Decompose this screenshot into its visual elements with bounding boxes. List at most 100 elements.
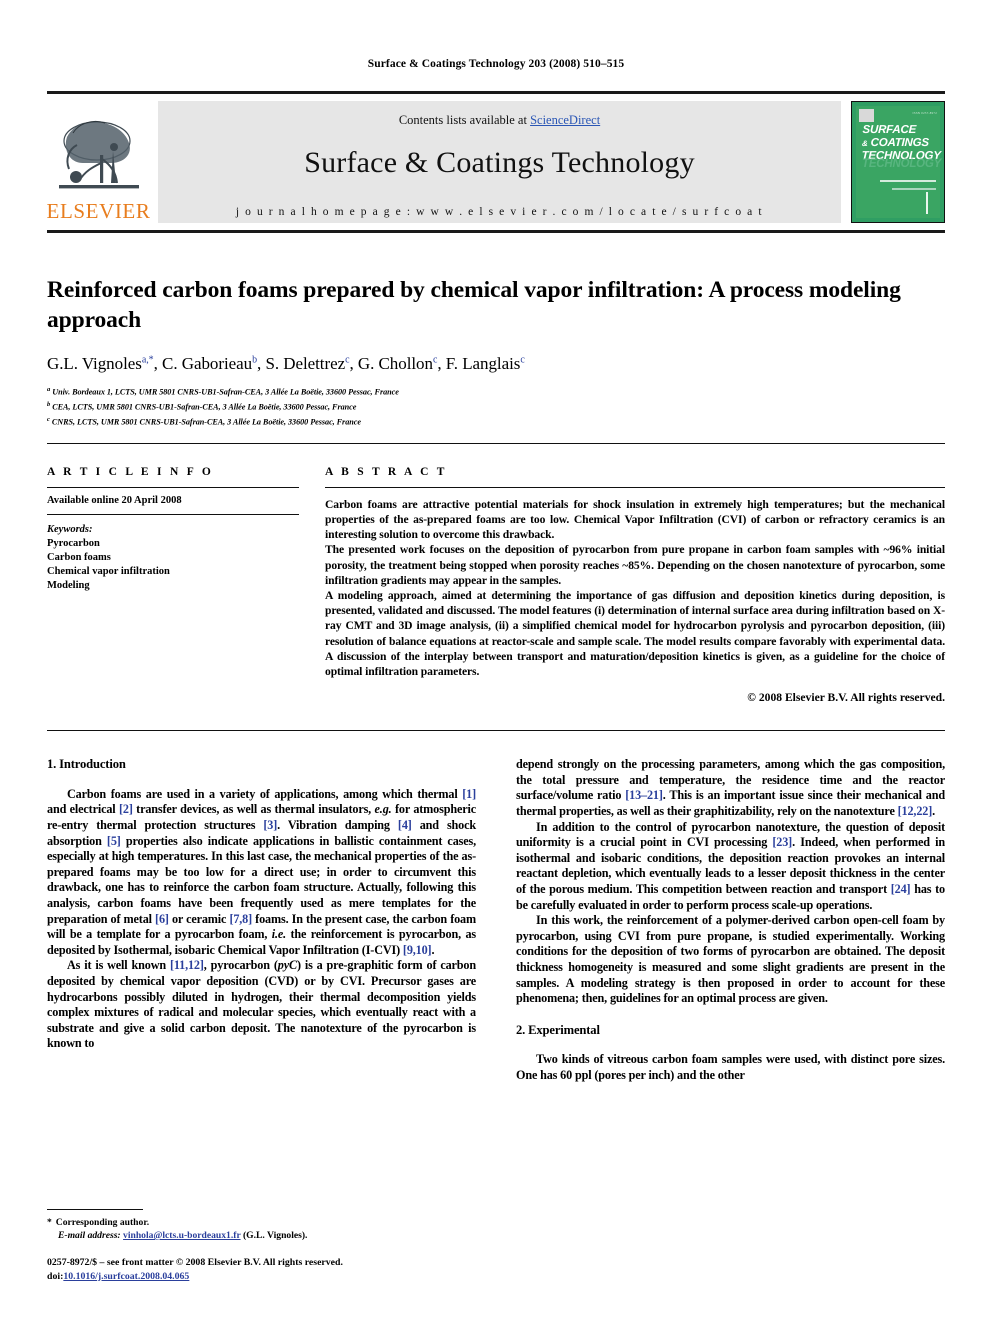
email-line: E-mail address: vinhola@lcts.u-bordeaux1… bbox=[47, 1229, 476, 1242]
cover-title-line2: COATINGS bbox=[870, 137, 930, 149]
elsevier-tree-icon bbox=[58, 120, 139, 189]
author-list: G.L. Vignolesa,*, C. Gaborieaub, S. Dele… bbox=[47, 354, 945, 374]
masthead-bottom-rule bbox=[47, 230, 945, 233]
divider-above-abstract bbox=[47, 442, 945, 444]
citation-ref[interactable]: [6] bbox=[155, 912, 169, 926]
imprint-block: 0257-8972/$ – see front matter © 2008 El… bbox=[47, 1256, 476, 1283]
cover-title-ghost: TECHNOLOGY bbox=[862, 158, 942, 170]
section-heading-introduction: 1. Introduction bbox=[47, 757, 126, 772]
citation-ref[interactable]: [12,22] bbox=[898, 804, 933, 818]
author-affil-marker: a,* bbox=[141, 354, 154, 366]
abstract-paragraph: Carbon foams are attractive potential ma… bbox=[325, 497, 945, 542]
citation-ref[interactable]: [13–21] bbox=[625, 788, 663, 802]
journal-homepage-line[interactable]: j o u r n a l h o m e p a g e : w w w . … bbox=[236, 206, 763, 218]
doi-link[interactable]: 10.1016/j.surfcoat.2008.04.065 bbox=[63, 1271, 189, 1282]
body-paragraph: In addition to the control of pyrocarbon… bbox=[516, 819, 945, 912]
footnote-divider bbox=[47, 1209, 143, 1210]
section-heading-experimental: 2. Experimental bbox=[516, 1022, 600, 1037]
author-entry: C. Gaborieaub, bbox=[162, 354, 262, 373]
info-and-abstract: A R T I C L E I N F O Available online 2… bbox=[47, 466, 945, 704]
keyword-item: Pyrocarbon bbox=[47, 537, 100, 549]
divider-below-abstract bbox=[47, 730, 945, 732]
article-info-label: A R T I C L E I N F O bbox=[47, 465, 214, 478]
article-info-column: A R T I C L E I N F O Available online 2… bbox=[47, 466, 299, 704]
author-name: G. Chollon bbox=[357, 354, 433, 373]
body-column-left: 1. Introduction Carbon foams are used in… bbox=[47, 757, 476, 1083]
affiliation-marker: c bbox=[47, 415, 50, 423]
author-name: C. Gaborieau bbox=[162, 354, 253, 373]
running-head: Surface & Coatings Technology 203 (2008)… bbox=[367, 58, 625, 70]
citation-ref[interactable]: [1] bbox=[462, 787, 476, 801]
author-affil-marker: c bbox=[345, 354, 350, 366]
keyword-item: Modeling bbox=[47, 579, 90, 591]
corresponding-author-text: Corresponding author. bbox=[55, 1217, 150, 1228]
citation-ref[interactable]: [11,12] bbox=[170, 958, 204, 972]
citation-ref[interactable]: [7,8] bbox=[229, 912, 252, 926]
cover-title-line1: SURFACE bbox=[862, 124, 917, 136]
affiliation-text: Univ. Bordeaux 1, LCTS, UMR 5801 CNRS-UB… bbox=[52, 387, 399, 397]
affiliation-marker: a bbox=[47, 386, 51, 393]
cover-publisher-badge-icon bbox=[859, 109, 874, 122]
citation-ref[interactable]: [5] bbox=[107, 834, 121, 848]
article-page: Surface & Coatings Technology 203 (2008)… bbox=[0, 0, 992, 1323]
keywords-block: Keywords: Pyrocarbon Carbon foams Chemic… bbox=[47, 515, 299, 593]
contents-available-line: Contents lists available at ScienceDirec… bbox=[399, 113, 600, 128]
journal-masthead: ELSEVIER Contents lists available at Sci… bbox=[47, 91, 945, 223]
footnote-block: * Corresponding author. E-mail address: v… bbox=[47, 1209, 476, 1283]
doi-line: doi:10.1016/j.surfcoat.2008.04.065 bbox=[47, 1270, 476, 1284]
abstract-label: A B S T R A C T bbox=[325, 465, 448, 478]
cover-rule-top bbox=[880, 180, 936, 182]
affiliation-marker: b bbox=[47, 400, 51, 408]
keyword-item: Carbon foams bbox=[47, 551, 111, 563]
citation-ref[interactable]: [9,10] bbox=[403, 943, 432, 957]
page-title: Reinforced carbon foams prepared by chem… bbox=[47, 277, 901, 333]
author-name: F. Langlais bbox=[445, 354, 521, 373]
contents-prefix: Contents lists available at bbox=[398, 112, 531, 127]
author-name: G.L. Vignoles bbox=[47, 354, 142, 373]
affiliation-list: a Univ. Bordeaux 1, LCTS, UMR 5801 CNRS-… bbox=[47, 384, 945, 429]
elsevier-logo: ELSEVIER bbox=[47, 101, 150, 223]
citation-ref[interactable]: [4] bbox=[398, 818, 412, 832]
author-entry: G. Chollonc, bbox=[357, 354, 442, 373]
author-entry: S. Delettrezc, bbox=[265, 354, 354, 373]
corresponding-author-line: * Corresponding author. bbox=[47, 1216, 476, 1229]
email-label: E-mail address: bbox=[58, 1230, 121, 1241]
masthead-center: Contents lists available at ScienceDirec… bbox=[158, 101, 841, 223]
article-history: Available online 20 April 2008 bbox=[47, 494, 182, 506]
author-affil-marker: c bbox=[520, 354, 525, 366]
body-paragraph: Two kinds of vitreous carbon foam sample… bbox=[516, 1052, 945, 1082]
author-affil-marker: c bbox=[432, 354, 438, 366]
citation-ref[interactable]: [23] bbox=[772, 835, 792, 849]
body-paragraph: Carbon foams are used in a variety of ap… bbox=[47, 786, 476, 957]
asterisk-icon: * bbox=[47, 1217, 52, 1228]
abstract-body: Carbon foams are attractive potential ma… bbox=[325, 497, 945, 679]
author-name: S. Delettrez bbox=[265, 354, 346, 373]
author-affil-marker: b bbox=[252, 354, 258, 366]
affiliation-item: c CNRS, LCTS, UMR 5801 CNRS-UB1-Safran-C… bbox=[47, 414, 945, 429]
citation-ref[interactable]: [24] bbox=[891, 882, 911, 896]
sciencedirect-link[interactable]: ScienceDirect bbox=[530, 113, 600, 127]
body-columns: 1. Introduction Carbon foams are used in… bbox=[47, 757, 945, 1083]
abstract-rule bbox=[325, 486, 945, 488]
author-entry: F. Langlaisc bbox=[446, 354, 525, 373]
journal-cover-thumbnail: ISSN 0257-8972 SURFACE & COATINGS TECHNO… bbox=[851, 101, 945, 223]
body-column-right: depend strongly on the processing parame… bbox=[516, 757, 945, 1083]
affiliation-item: a Univ. Bordeaux 1, LCTS, UMR 5801 CNRS-… bbox=[47, 384, 945, 399]
abstract-paragraph: A modeling approach, aimed at determinin… bbox=[325, 589, 945, 679]
doi-label: doi: bbox=[47, 1270, 64, 1282]
abstract-column: A B S T R A C T Carbon foams are attract… bbox=[325, 466, 945, 704]
citation-ref[interactable]: [2] bbox=[119, 802, 133, 816]
elsevier-wordmark: ELSEVIER bbox=[46, 199, 151, 223]
body-paragraph: As it is well known [11,12], pyrocarbon … bbox=[47, 958, 476, 1051]
cover-rule-bottom bbox=[892, 188, 936, 190]
abstract-paragraph: The presented work focuses on the deposi… bbox=[325, 543, 945, 587]
abstract-copyright: © 2008 Elsevier B.V. All rights reserved… bbox=[747, 691, 945, 705]
affiliation-text: CEA, LCTS, UMR 5801 CNRS-UB1-Safran-CEA,… bbox=[52, 402, 357, 412]
corresponding-author-note: * Corresponding author. E-mail address: v… bbox=[47, 1216, 476, 1242]
cover-title-amp: & bbox=[861, 139, 868, 148]
cover-vertical-bar bbox=[926, 192, 928, 214]
citation-ref[interactable]: [3] bbox=[263, 818, 277, 832]
email-link[interactable]: vinhola@lcts.u-bordeaux1.fr bbox=[123, 1230, 241, 1241]
keywords-heading: Keywords: bbox=[47, 523, 93, 535]
body-paragraph: depend strongly on the processing parame… bbox=[516, 757, 946, 819]
